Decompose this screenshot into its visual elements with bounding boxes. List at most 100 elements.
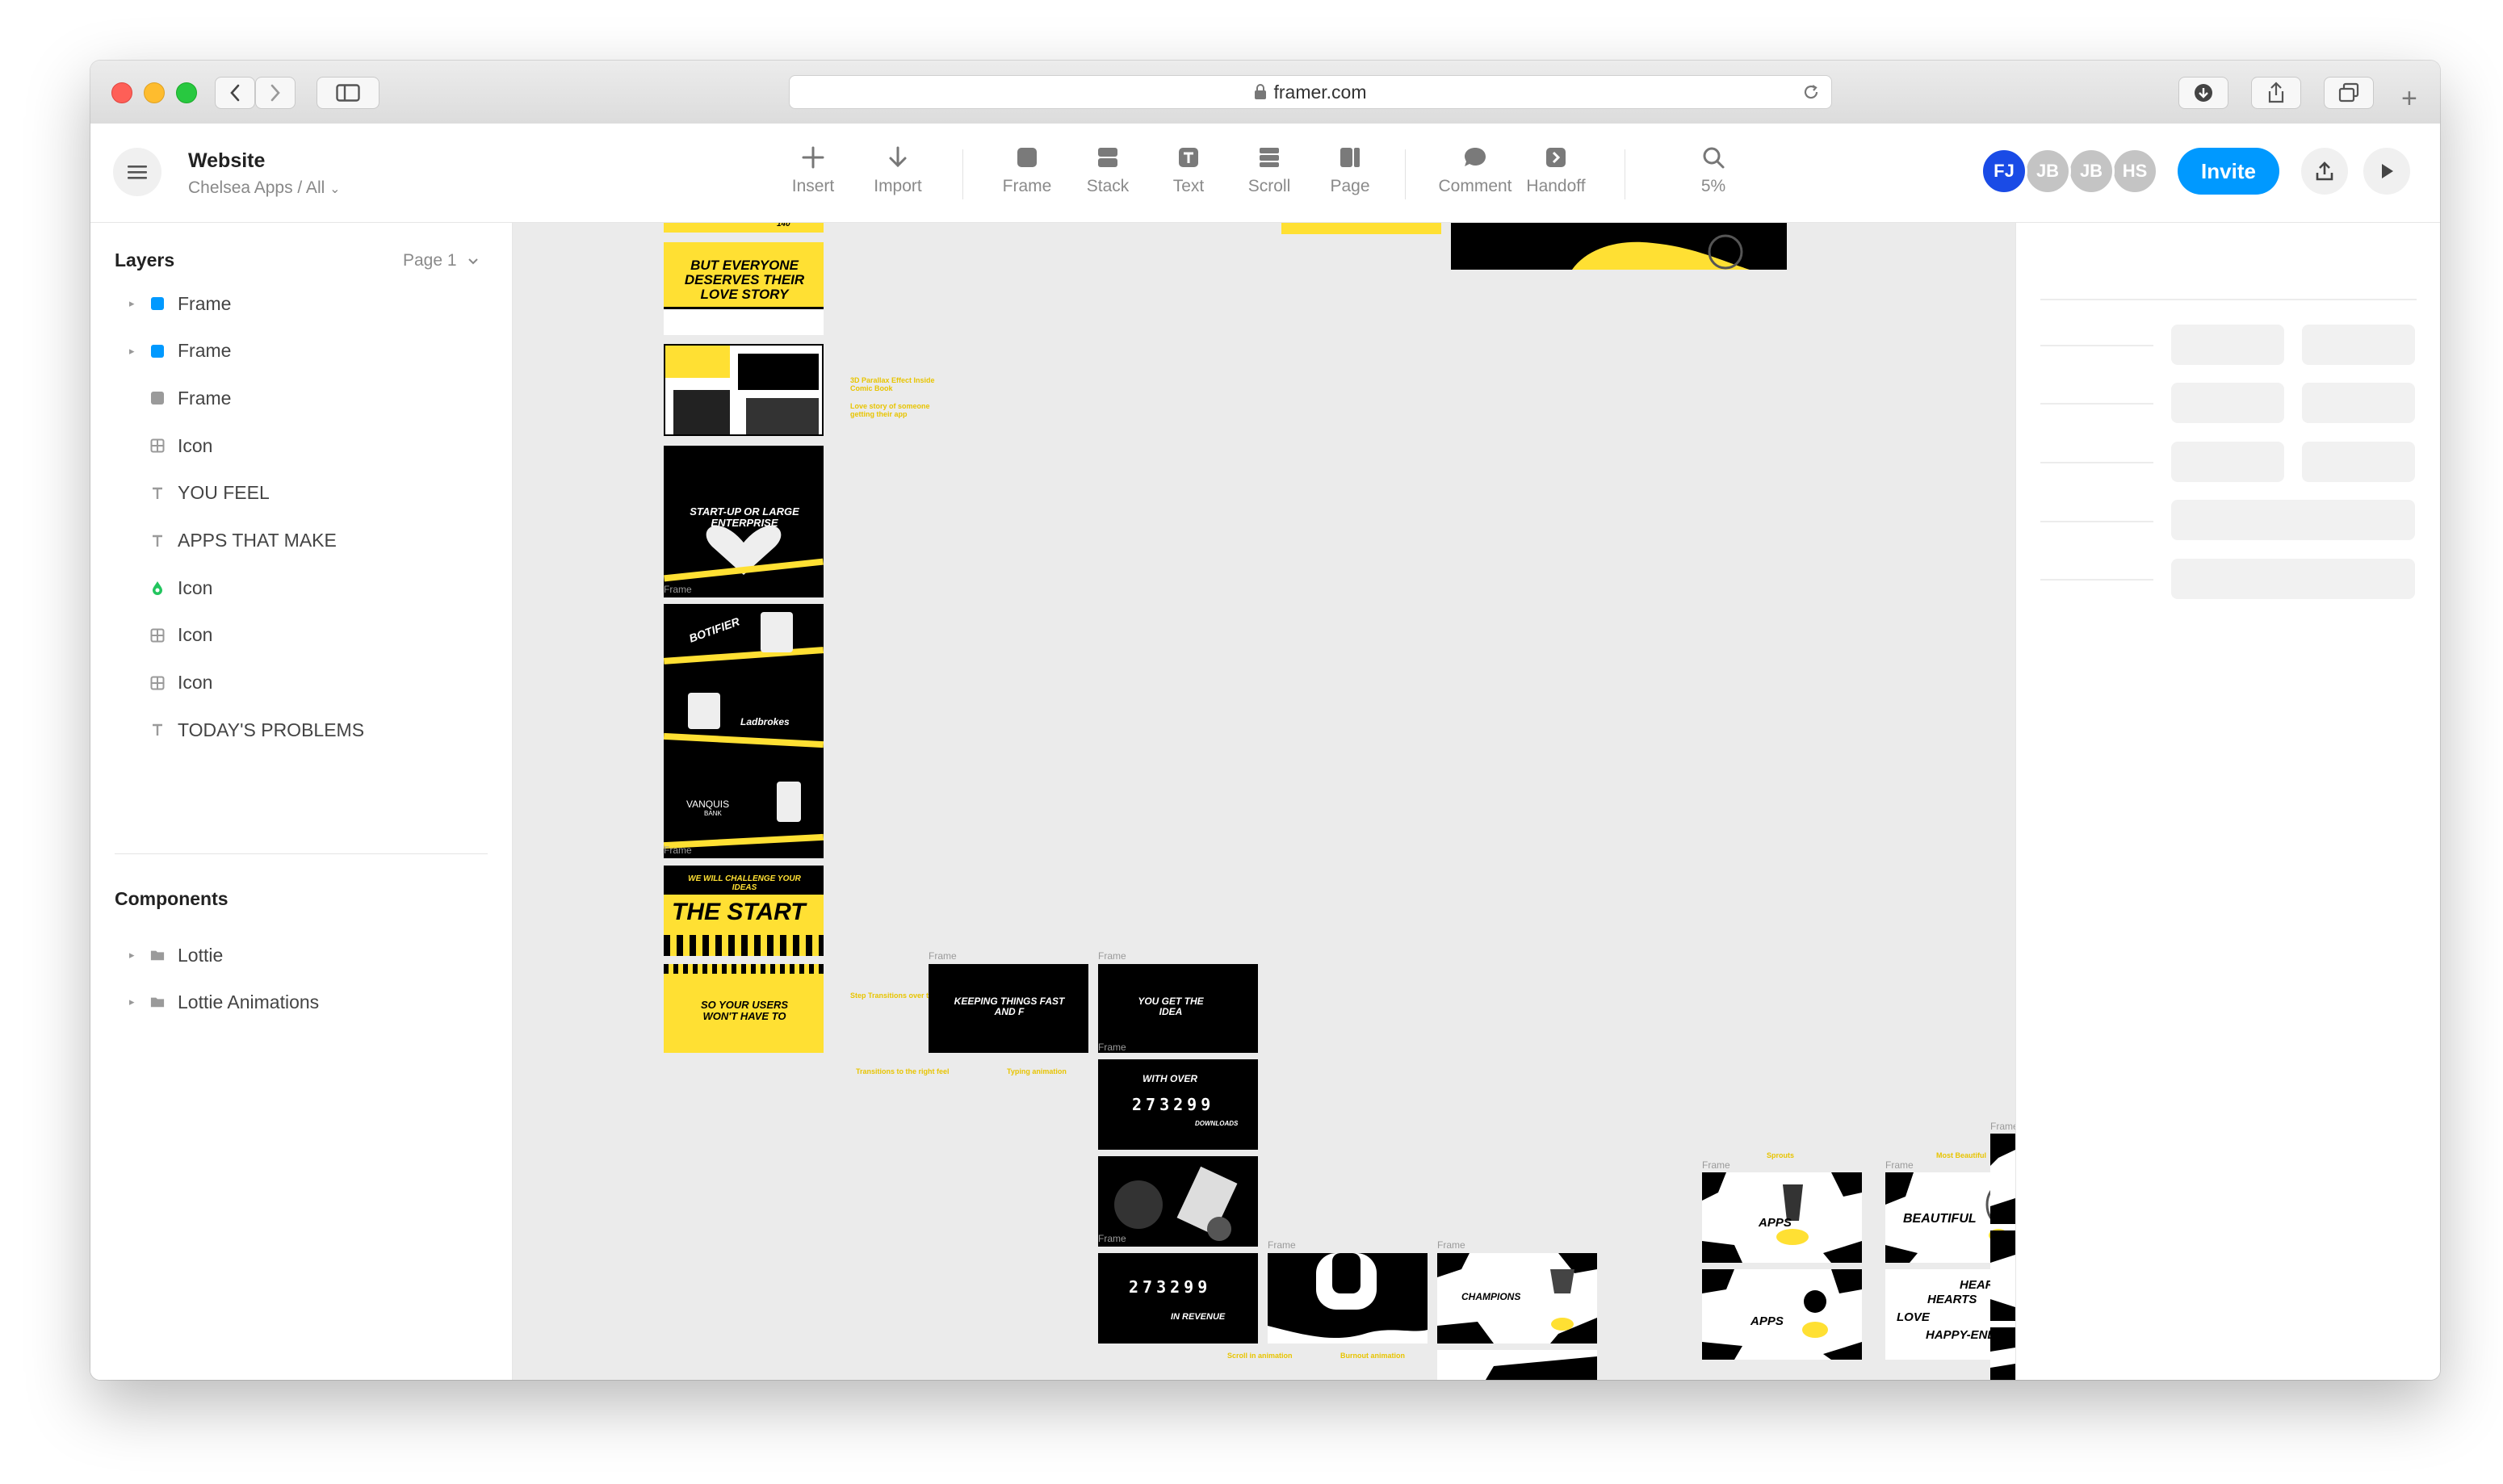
artboard[interactable]: START-UP OR LARGE ENTERPRISE: [664, 446, 824, 597]
artboard[interactable]: [664, 344, 824, 436]
artboard[interactable]: CHAMPIONS: [1437, 1253, 1597, 1344]
placeholder-field[interactable]: [2171, 559, 2415, 599]
new-tab-plus-icon[interactable]: +: [2401, 83, 2417, 115]
browser-window: framer.com + Website Chelsea Apps / All …: [90, 61, 2440, 1380]
address-bar[interactable]: framer.com: [789, 75, 1832, 109]
artboard[interactable]: APPS: [1702, 1172, 1862, 1263]
artboard[interactable]: [1990, 1327, 2015, 1380]
revenue-counter: 273299: [1129, 1277, 1212, 1297]
placeholder-field[interactable]: [2171, 442, 2284, 482]
text-tool[interactable]: Text: [1144, 141, 1233, 196]
artboard[interactable]: KEEPING THINGS FAST AND F: [929, 964, 1088, 1053]
avatar-initials: JB: [2036, 161, 2060, 181]
frame-label: Frame: [664, 845, 692, 856]
placeholder-field[interactable]: [2171, 325, 2284, 365]
artboard[interactable]: [1451, 223, 1787, 270]
component-item[interactable]: ▸ Lottie: [115, 933, 488, 978]
close-window-button[interactable]: [111, 82, 132, 103]
avatar[interactable]: FJ: [1981, 148, 2027, 195]
url-text: framer.com: [1273, 81, 1367, 103]
page-tool[interactable]: Page: [1306, 141, 1394, 196]
main-menu-button[interactable]: [113, 148, 161, 196]
artboard[interactable]: BOTIFIER Ladbrokes VANQUIS BANK: [664, 604, 824, 858]
placeholder-field[interactable]: [2302, 383, 2415, 423]
preview-button[interactable]: [2363, 148, 2410, 195]
layer-type-icon: [150, 344, 165, 358]
back-button[interactable]: [215, 77, 255, 109]
artboard-text: KEEPING THINGS FAST AND F: [954, 996, 1065, 1017]
layer-item[interactable]: TODAY'S PROBLEMS: [115, 707, 488, 752]
layer-item[interactable]: Icon: [115, 423, 488, 468]
artboard[interactable]: WITH OVER 273299 DOWNLOADS: [1098, 1059, 1258, 1150]
panel-divider: [2040, 299, 2417, 300]
tabs-overview-button[interactable]: [2324, 77, 2374, 109]
layer-item[interactable]: APPS THAT MAKE: [115, 518, 488, 564]
layer-label: Frame: [178, 292, 232, 314]
zoom-window-button[interactable]: [176, 82, 197, 103]
layer-item[interactable]: Icon: [115, 613, 488, 658]
artboard[interactable]: [1281, 223, 1441, 234]
share-icon: [2268, 82, 2284, 103]
expand-arrow-icon[interactable]: ▸: [129, 345, 142, 358]
share-button[interactable]: [2251, 77, 2301, 109]
invite-button[interactable]: Invite: [2178, 148, 2279, 195]
scroll-tool[interactable]: Scroll: [1225, 141, 1314, 196]
artboard[interactable]: [1437, 1350, 1597, 1380]
project-title[interactable]: Website: [188, 149, 265, 173]
publish-button[interactable]: [2301, 148, 2348, 195]
stack-tool[interactable]: Stack: [1063, 141, 1152, 196]
zoom-icon: [1703, 147, 1725, 169]
artboard[interactable]: BUT EVERYONE DESERVES THEIR LOVE STORY: [664, 242, 824, 335]
design-canvas[interactable]: 140 BUT EVERYONE DESERVES THEIR LOVE STO…: [513, 223, 2015, 1380]
sidebar-icon: [336, 84, 360, 102]
artboard[interactable]: 273299 IN REVENUE: [1098, 1253, 1258, 1344]
avatar[interactable]: JB: [2068, 148, 2115, 195]
artboard[interactable]: [1990, 1230, 2015, 1321]
frame-label: Frame: [1098, 950, 1126, 962]
frame-tool[interactable]: Frame: [983, 141, 1071, 196]
text-tool-label: Text: [1172, 177, 1205, 195]
zoom-tool[interactable]: 5%: [1669, 141, 1758, 196]
checker-band: [664, 935, 824, 956]
placeholder-field[interactable]: [2171, 500, 2415, 540]
reload-icon[interactable]: [1801, 82, 1822, 103]
avatar[interactable]: JB: [2024, 148, 2071, 195]
layer-item[interactable]: Frame: [115, 375, 488, 421]
insert-tool[interactable]: Insert: [769, 141, 857, 196]
sidebar-toggle-button[interactable]: [317, 77, 379, 109]
artboard[interactable]: 140: [664, 223, 824, 233]
expand-arrow-icon[interactable]: ▸: [129, 949, 142, 962]
heart-art: [664, 526, 824, 582]
frame-icon: [151, 392, 164, 405]
import-tool[interactable]: Import: [853, 141, 942, 196]
placeholder-field[interactable]: [2171, 383, 2284, 423]
frame-label: Frame: [1990, 1121, 2015, 1132]
placeholder-field[interactable]: [2302, 442, 2415, 482]
artboard-text: VANQUIS: [686, 799, 730, 810]
artboard[interactable]: APPS: [1702, 1269, 1862, 1360]
stack-tool-label: Stack: [1086, 177, 1130, 195]
component-item[interactable]: ▸ Lottie Animations: [115, 979, 488, 1025]
expand-arrow-icon[interactable]: ▸: [129, 297, 142, 310]
placeholder-field[interactable]: [2302, 325, 2415, 365]
artboard[interactable]: [1268, 1253, 1428, 1344]
layer-item[interactable]: ▸ Frame: [115, 281, 488, 326]
downloads-button[interactable]: [2178, 77, 2228, 109]
annotation-note: Typing animation: [1007, 1067, 1067, 1075]
avatar[interactable]: HS: [2111, 148, 2158, 195]
layer-item[interactable]: Icon: [115, 565, 488, 610]
artboard[interactable]: YOU GET THE IDEA: [1098, 964, 1258, 1053]
forward-button[interactable]: [255, 77, 296, 109]
layer-item[interactable]: Icon: [115, 660, 488, 706]
comment-tool[interactable]: Comment: [1431, 141, 1520, 196]
layer-item[interactable]: ▸ Frame: [115, 329, 488, 374]
artboard[interactable]: SO YOUR USERS WON'T HAVE TO: [664, 964, 824, 1053]
project-path[interactable]: Chelsea Apps / All ⌄: [188, 178, 341, 198]
artboard[interactable]: [1990, 1134, 2015, 1224]
minimize-window-button[interactable]: [144, 82, 165, 103]
artboard[interactable]: WE WILL CHALLENGE YOUR IDEAS THE START: [664, 866, 824, 956]
page-selector[interactable]: Page 1: [403, 251, 479, 270]
handoff-tool[interactable]: Handoff: [1511, 141, 1600, 196]
expand-arrow-icon[interactable]: ▸: [129, 996, 142, 1008]
layer-item[interactable]: YOU FEEL: [115, 471, 488, 516]
